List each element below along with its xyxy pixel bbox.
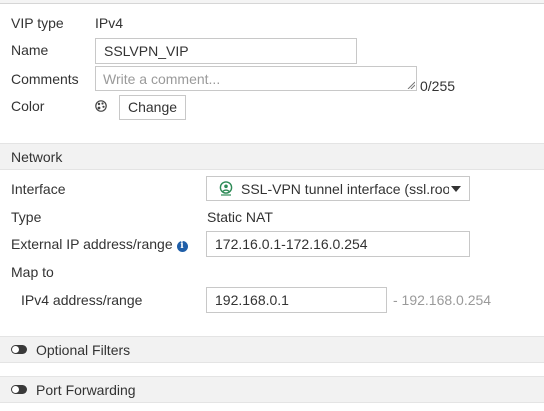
port-forwarding-title: Port Forwarding bbox=[36, 382, 136, 398]
port-forwarding-toggle[interactable] bbox=[11, 385, 27, 394]
ipv4-range-end: - 192.168.0.254 bbox=[393, 292, 492, 308]
tunnel-interface-icon bbox=[219, 181, 233, 196]
name-label: Name bbox=[11, 42, 49, 58]
type-value: Static NAT bbox=[207, 209, 273, 225]
network-section-title: Network bbox=[11, 149, 63, 165]
comments-placeholder: Write a comment... bbox=[103, 71, 221, 87]
vip-type-value: IPv4 bbox=[95, 15, 124, 31]
optional-filters-section[interactable]: Optional Filters bbox=[0, 336, 544, 363]
comments-textarea[interactable]: Write a comment... bbox=[95, 66, 417, 91]
optional-filters-toggle[interactable] bbox=[11, 345, 27, 354]
ipv4-range-label: IPv4 address/range bbox=[21, 292, 143, 308]
info-icon[interactable]: i bbox=[176, 241, 188, 252]
map-to-label: Map to bbox=[11, 264, 54, 280]
name-input[interactable]: SSLVPN_VIP bbox=[95, 38, 357, 64]
port-forwarding-section[interactable]: Port Forwarding bbox=[0, 376, 544, 403]
network-section-header: Network bbox=[0, 143, 544, 170]
top-border bbox=[0, 0, 544, 4]
vip-type-label: VIP type bbox=[11, 15, 64, 31]
comments-counter: 0/255 bbox=[420, 78, 456, 94]
color-label: Color bbox=[11, 98, 45, 114]
interface-select-value: SSL-VPN tunnel interface (ssl.roo bbox=[241, 181, 449, 197]
chevron-down-icon bbox=[451, 186, 461, 192]
comments-label: Comments bbox=[11, 71, 79, 87]
type-label: Type bbox=[11, 209, 42, 225]
optional-filters-title: Optional Filters bbox=[36, 342, 131, 358]
ipv4-range-input[interactable]: 192.168.0.1 bbox=[206, 287, 387, 313]
external-ip-label-row: External IP address/range i bbox=[11, 235, 188, 253]
external-ip-label: External IP address/range bbox=[11, 236, 173, 252]
change-color-button[interactable]: Change bbox=[119, 95, 187, 120]
resize-handle-icon[interactable] bbox=[407, 81, 415, 89]
interface-label: Interface bbox=[11, 181, 66, 197]
palette-icon bbox=[95, 100, 107, 112]
interface-select[interactable]: SSL-VPN tunnel interface (ssl.roo bbox=[206, 176, 470, 201]
external-ip-input[interactable]: 172.16.0.1-172.16.0.254 bbox=[206, 231, 470, 257]
